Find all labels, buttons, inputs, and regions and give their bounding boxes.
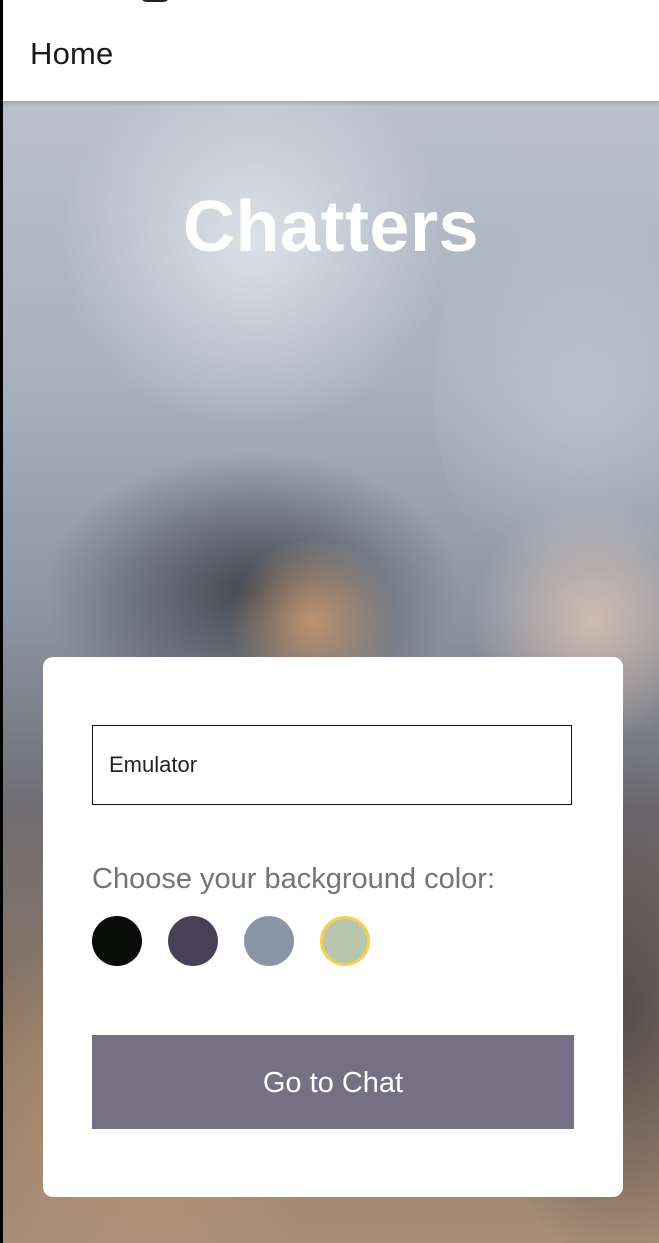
color-swatch[interactable]	[320, 916, 370, 966]
color-prompt-label: Choose your background color:	[92, 863, 496, 895]
window-edge	[0, 0, 3, 1243]
color-swatch[interactable]	[244, 916, 294, 966]
home-screen: Home Chatters Choose your background col…	[0, 0, 659, 1243]
login-card: Choose your background color: Go to Chat	[43, 657, 623, 1197]
app-bar-title: Home	[30, 36, 114, 71]
app-bar: Home	[0, 0, 659, 101]
go-to-chat-button[interactable]: Go to Chat	[92, 1035, 574, 1129]
color-swatch[interactable]	[168, 916, 218, 966]
app-title: Chatters	[182, 187, 480, 267]
color-swatch[interactable]	[92, 916, 142, 966]
name-input[interactable]	[92, 725, 572, 805]
